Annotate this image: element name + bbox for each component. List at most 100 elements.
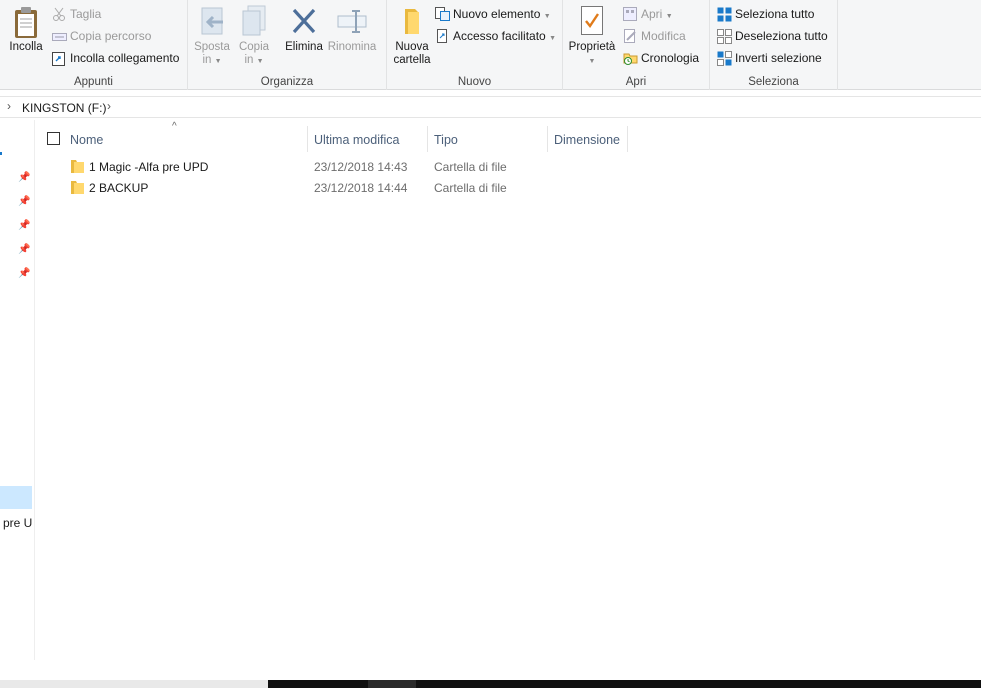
scissors-icon: [52, 7, 67, 21]
history-icon: [623, 51, 638, 65]
dropdown-arrow-icon: ▼: [543, 13, 551, 20]
modifica-button[interactable]: Modifica: [623, 26, 686, 46]
taskbar-button[interactable]: [368, 680, 416, 688]
column-header-name[interactable]: Nome: [70, 128, 103, 152]
pin-icon[interactable]: 📌: [18, 269, 30, 279]
copia-percorso-label: Copia percorso: [70, 29, 152, 43]
pin-icon[interactable]: 📌: [18, 173, 30, 183]
copia-line1: Copia: [238, 41, 270, 53]
taglia-label: Taglia: [70, 7, 102, 21]
column-header-size[interactable]: Dimensione: [554, 128, 620, 152]
apri-label: Apri: [641, 7, 663, 21]
copia-in-button[interactable]: Copia in ▼: [236, 4, 272, 68]
taglia-button[interactable]: Taglia: [52, 4, 101, 24]
select-all-checkbox[interactable]: [47, 132, 60, 145]
nuovo-elemento-button[interactable]: Nuovo elemento ▼: [435, 4, 551, 24]
incolla-button[interactable]: Incolla: [6, 4, 46, 54]
apri-button[interactable]: Apri ▼: [623, 4, 673, 24]
inverti-selezione-label: Inverti selezione: [735, 51, 822, 65]
dropdown-arrow-icon: ▼: [588, 58, 596, 65]
new-folder-icon: [391, 4, 433, 38]
column-separator[interactable]: [427, 126, 428, 152]
cronologia-label: Cronologia: [641, 51, 700, 65]
rinomina-label: Rinomina: [327, 41, 377, 53]
file-row[interactable]: 2 BACKUP 23/12/2018 14:44 Cartella di fi…: [66, 178, 626, 199]
accesso-facilitato-button[interactable]: Accesso facilitato ▼: [435, 26, 556, 46]
delete-x-icon: [284, 4, 324, 38]
copia-line2: in: [244, 54, 254, 66]
file-modified: 23/12/2018 14:44: [314, 181, 408, 195]
address-bar[interactable]: › KINGSTON (F:) ›: [0, 96, 981, 118]
column-separator[interactable]: [547, 126, 548, 152]
pin-icon[interactable]: 📌: [18, 245, 30, 255]
column-header-modified[interactable]: Ultima modifica: [314, 128, 399, 152]
open-icon: [623, 7, 638, 21]
incolla-collegamento-button[interactable]: Incolla collegamento: [52, 48, 179, 68]
group-seleziona: Seleziona tutto Deseleziona tutto Invert…: [710, 0, 838, 90]
breadcrumb-drive[interactable]: KINGSTON (F:): [22, 101, 106, 115]
dropdown-arrow-icon: ▼: [214, 58, 222, 65]
pin-icon[interactable]: 📌: [18, 221, 30, 231]
modifica-label: Modifica: [641, 29, 686, 43]
proprieta-button[interactable]: Proprietà ▼: [567, 4, 617, 68]
copy-path-icon: [52, 29, 67, 43]
proprieta-label: Proprietà: [568, 41, 616, 53]
dropdown-arrow-icon: ▼: [665, 13, 673, 20]
easy-access-icon: [435, 29, 450, 43]
properties-icon: [567, 4, 617, 38]
taskbar-left-area: [0, 680, 268, 688]
file-row[interactable]: 1 Magic -Alfa pre UPD 23/12/2018 14:43 C…: [66, 157, 626, 178]
select-none-icon: [717, 29, 732, 44]
dropdown-arrow-icon: ▼: [549, 35, 556, 42]
navigation-pane: 📌 📌 📌 📌 📌 pre U: [0, 120, 35, 660]
apri-group-label: Apri: [625, 76, 647, 88]
file-name: 2 BACKUP: [89, 181, 149, 195]
folder-icon: [71, 180, 85, 195]
sposta-line2: in: [202, 54, 212, 66]
copy-to-icon: [236, 4, 272, 38]
nuova-cartella-button[interactable]: Nuova cartella: [391, 4, 433, 67]
elimina-label: Elimina: [285, 41, 323, 53]
organizza-group-label: Organizza: [260, 76, 314, 88]
sort-ascending-icon: ^: [172, 121, 177, 132]
nav-item-label[interactable]: pre U: [3, 516, 32, 530]
chevron-right-icon[interactable]: ›: [107, 99, 111, 113]
file-type: Cartella di file: [434, 160, 507, 174]
select-all-icon: [717, 7, 732, 22]
group-apri: Proprietà ▼ Apri ▼ Modifica Cronologia A…: [563, 0, 710, 90]
chevron-right-icon[interactable]: ›: [7, 99, 11, 113]
seleziona-tutto-button[interactable]: Seleziona tutto: [717, 4, 814, 24]
column-separator[interactable]: [307, 126, 308, 152]
paste-shortcut-icon: [52, 51, 67, 66]
cronologia-button[interactable]: Cronologia: [623, 48, 699, 68]
nuova-cartella-line2: cartella: [393, 54, 431, 66]
edit-icon: [623, 29, 638, 43]
file-name: 1 Magic -Alfa pre UPD: [89, 160, 209, 174]
seleziona-group-label: Seleziona: [748, 76, 799, 88]
incolla-collegamento-label: Incolla collegamento: [70, 51, 180, 65]
group-nuovo: Nuova cartella Nuovo elemento ▼ Accesso …: [387, 0, 563, 90]
deseleziona-tutto-label: Deseleziona tutto: [735, 29, 828, 43]
group-organizza: Sposta in ▼ Copia in ▼ Elimina Rinomina …: [188, 0, 387, 90]
elimina-button[interactable]: Elimina: [284, 4, 324, 54]
appunti-group-label: Appunti: [73, 76, 113, 88]
rinomina-button[interactable]: Rinomina: [326, 4, 378, 54]
pin-icon[interactable]: 📌: [18, 197, 30, 207]
rename-icon: [326, 4, 378, 38]
move-to-icon: [192, 4, 232, 38]
inverti-selezione-button[interactable]: Inverti selezione: [717, 48, 822, 68]
clipboard-icon: [6, 4, 46, 38]
column-header-type[interactable]: Tipo: [434, 128, 458, 152]
copia-percorso-button[interactable]: Copia percorso: [52, 26, 151, 46]
sposta-in-button[interactable]: Sposta in ▼: [192, 4, 232, 68]
new-item-icon: [435, 7, 450, 21]
nav-selected-item[interactable]: [0, 486, 32, 509]
column-separator[interactable]: [627, 126, 628, 152]
incolla-label: Incolla: [9, 41, 43, 53]
accesso-facilitato-label: Accesso facilitato: [453, 29, 546, 43]
nuovo-group-label: Nuovo: [457, 76, 492, 88]
group-appunti: Incolla Taglia Copia percorso Incolla co…: [0, 0, 188, 90]
file-modified: 23/12/2018 14:43: [314, 160, 408, 174]
deseleziona-tutto-button[interactable]: Deseleziona tutto: [717, 26, 828, 46]
nuovo-elemento-label: Nuovo elemento: [453, 7, 541, 21]
